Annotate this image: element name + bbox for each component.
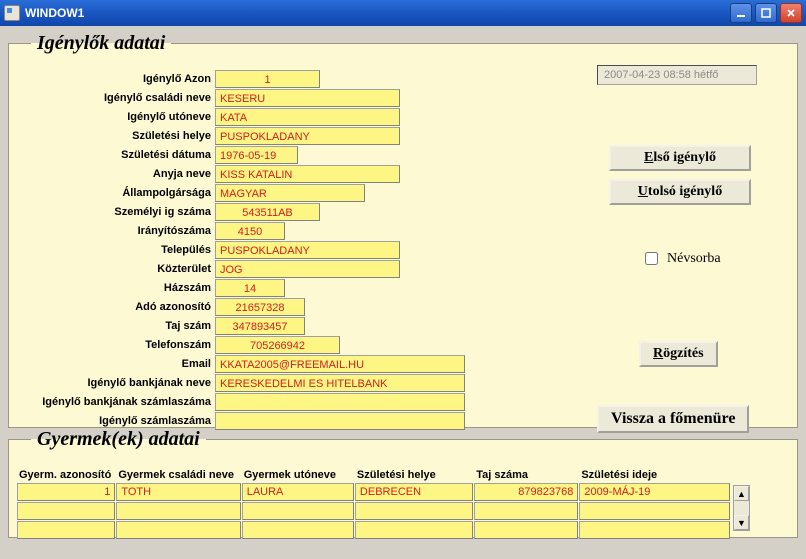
cell-utoneve[interactable]: LAURA xyxy=(242,483,354,501)
field-anyja[interactable]: KISS KATALIN xyxy=(215,165,400,183)
field-ado[interactable]: 21657328 xyxy=(215,298,305,316)
th-taj: Taj száma xyxy=(474,467,579,483)
cell-csaladi[interactable] xyxy=(116,521,240,539)
cell-szul_hely[interactable] xyxy=(355,502,473,520)
th-szulido: Születési ideje xyxy=(579,467,731,483)
th-szulhely: Születési helye xyxy=(355,467,474,483)
nevsorba-label: Névsorba xyxy=(667,251,721,267)
applicant-fields: Igénylő Azon 1 Igénylő családi neve KESE… xyxy=(17,69,577,419)
label-anyja: Anyja neve xyxy=(17,168,215,180)
field-kozterulet[interactable]: JOG xyxy=(215,260,400,278)
table-row[interactable]: 1TOTHLAURADEBRECEN8798237682009-MÁJ-19 xyxy=(17,483,731,502)
field-hazszam[interactable]: 14 xyxy=(215,279,285,297)
label-kozterulet: Közterület xyxy=(17,263,215,275)
field-azon[interactable]: 1 xyxy=(215,70,320,88)
client-area: Igénylők adatai Igénylő Azon 1 Igénylő c… xyxy=(0,26,806,559)
datetime-display: 2007-04-23 08:58 hétfő xyxy=(597,65,757,85)
cell-csaladi[interactable]: TOTH xyxy=(116,483,240,501)
cell-azon[interactable]: 1 xyxy=(17,483,115,501)
field-utoneve[interactable]: KATA xyxy=(215,108,400,126)
scroll-down-icon[interactable]: ▼ xyxy=(734,515,749,530)
field-taj[interactable]: 347893457 xyxy=(215,317,305,335)
cell-taj[interactable] xyxy=(474,502,578,520)
field-szuldatum[interactable]: 1976-05-19 xyxy=(215,146,298,164)
field-telepules[interactable]: PUSPOKLADANY xyxy=(215,241,400,259)
cell-szul_hely[interactable]: DEBRECEN xyxy=(355,483,473,501)
field-szemig[interactable]: 543511AB xyxy=(215,203,320,221)
field-igszla[interactable] xyxy=(215,412,465,430)
label-telefon: Telefonszám xyxy=(17,339,215,351)
label-ado: Adó azonosító xyxy=(17,301,215,313)
cell-csaladi[interactable] xyxy=(116,502,240,520)
side-panel: 2007-04-23 08:58 hétfő Első igénylő Utol… xyxy=(587,69,789,419)
label-irsz: Irányítószáma xyxy=(17,225,215,237)
cell-szul_ido[interactable] xyxy=(579,521,730,539)
window-buttons xyxy=(730,3,802,23)
field-irsz[interactable]: 4150 xyxy=(215,222,285,240)
th-utoneve: Gyermek utóneve xyxy=(242,467,355,483)
label-szulhely: Születési helye xyxy=(17,130,215,142)
label-csaladi: Igénylő családi neve xyxy=(17,92,215,104)
close-button[interactable] xyxy=(780,3,802,23)
label-utoneve: Igénylő utóneve xyxy=(17,111,215,123)
cell-szul_ido[interactable]: 2009-MÁJ-19 xyxy=(579,483,730,501)
label-igszla: Igénylő számlaszáma xyxy=(17,415,215,427)
cell-azon[interactable] xyxy=(17,502,115,520)
field-csaladi[interactable]: KESERU xyxy=(215,89,400,107)
cell-szul_ido[interactable] xyxy=(579,502,730,520)
cell-utoneve[interactable] xyxy=(242,521,354,539)
label-szuldatum: Születési dátuma xyxy=(17,149,215,161)
field-email[interactable]: KKATA2005@FREEMAIL.HU xyxy=(215,355,465,373)
label-email: Email xyxy=(17,358,215,370)
cell-taj[interactable] xyxy=(474,521,578,539)
label-azon: Igénylő Azon xyxy=(17,73,215,85)
cell-utoneve[interactable] xyxy=(242,502,354,520)
children-table: Gyerm. azonosító Gyermek családi neve Gy… xyxy=(17,467,731,540)
minimize-button[interactable] xyxy=(730,3,752,23)
table-row[interactable] xyxy=(17,502,731,521)
label-allampolg: Állampolgársága xyxy=(17,187,215,199)
save-button[interactable]: Rögzítés xyxy=(639,341,718,367)
children-group: Gyermek(ek) adatai Gyerm. azonosító Gyer… xyxy=(8,428,798,538)
field-telefon[interactable]: 705266942 xyxy=(215,336,340,354)
label-banknev: Igénylő bankjának neve xyxy=(17,377,215,389)
nevsorba-checkbox[interactable] xyxy=(645,252,658,265)
label-telepules: Település xyxy=(17,244,215,256)
last-applicant-button[interactable]: Utolsó igénylő xyxy=(609,179,751,205)
window-title: WINDOW1 xyxy=(25,6,730,20)
label-taj: Taj szám xyxy=(17,320,215,332)
field-szulhely[interactable]: PUSPOKLADANY xyxy=(215,127,400,145)
applicants-group: Igénylők adatai Igénylő Azon 1 Igénylő c… xyxy=(8,32,798,428)
label-hazszam: Házszám xyxy=(17,282,215,294)
nevsorba-row[interactable]: Névsorba xyxy=(641,249,721,268)
cell-szul_hely[interactable] xyxy=(355,521,473,539)
field-banknev[interactable]: KERESKEDELMI ES HITELBANK xyxy=(215,374,465,392)
titlebar: WINDOW1 xyxy=(0,0,806,26)
label-bankszla: Igénylő bankjának számlaszáma xyxy=(17,396,215,408)
maximize-button[interactable] xyxy=(755,3,777,23)
children-legend: Gyermek(ek) adatai xyxy=(31,428,206,451)
field-allampolg[interactable]: MAGYAR xyxy=(215,184,365,202)
applicants-legend: Igénylők adatai xyxy=(31,32,171,55)
app-icon xyxy=(4,5,20,21)
children-scrollbar[interactable]: ▲ ▼ xyxy=(733,485,750,531)
first-applicant-button[interactable]: Első igénylő xyxy=(609,145,751,171)
cell-azon[interactable] xyxy=(17,521,115,539)
table-row[interactable] xyxy=(17,521,731,540)
cell-taj[interactable]: 879823768 xyxy=(474,483,578,501)
label-szemig: Személyi ig száma xyxy=(17,206,215,218)
scroll-up-icon[interactable]: ▲ xyxy=(734,486,749,501)
th-csaladi: Gyermek családi neve xyxy=(116,467,241,483)
th-azon: Gyerm. azonosító xyxy=(17,467,116,483)
field-bankszla[interactable] xyxy=(215,393,465,411)
